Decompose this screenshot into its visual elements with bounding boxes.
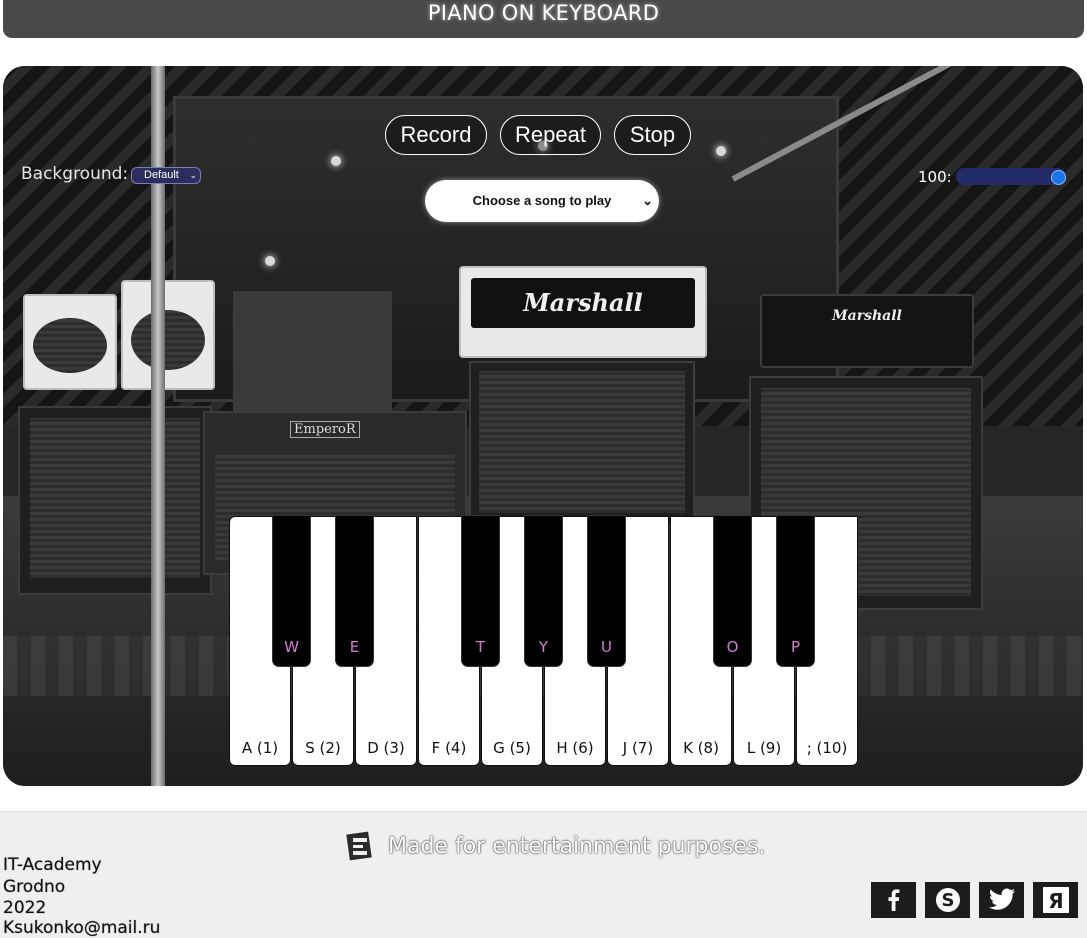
piano-key-label: T — [475, 638, 486, 656]
repeat-button[interactable]: Repeat — [500, 115, 601, 155]
record-button[interactable]: Record — [385, 115, 487, 155]
piano-key-label: G (5) — [493, 739, 531, 757]
piano-black-key[interactable]: T — [462, 516, 499, 666]
piano-key-label: F (4) — [431, 739, 467, 757]
piano-black-key[interactable]: Y — [525, 516, 562, 666]
marshall-head-image: Marshall — [760, 294, 974, 368]
volume-slider-fill — [956, 168, 1066, 185]
footer-year: 2022 — [3, 898, 47, 918]
piano-key-label: Y — [538, 638, 549, 656]
page-footer: Made for entertainment purposes. IT-Acad… — [0, 811, 1087, 938]
piano-key-label: A (1) — [241, 739, 279, 757]
song-select[interactable]: Choose a song to play ⌄ — [425, 180, 659, 222]
piano-key-label: P — [790, 638, 801, 656]
footer-city: Grodno — [3, 877, 66, 897]
yandex-icon: Я — [1042, 887, 1069, 913]
volume-slider-thumb[interactable] — [1051, 170, 1066, 185]
piano-key-label: L (9) — [746, 739, 782, 757]
small-amp-image — [121, 280, 215, 390]
twitter-icon — [988, 888, 1015, 910]
piano-key-label: D (3) — [367, 739, 405, 757]
skype-link[interactable]: S — [925, 882, 970, 918]
speaker-cabinet-image — [233, 291, 392, 415]
piano-black-key[interactable]: P — [777, 516, 814, 666]
piano-key-label: J (7) — [622, 739, 654, 757]
skype-icon: S — [935, 888, 960, 912]
song-select-value: Choose a song to play — [472, 193, 612, 208]
volume-label: 100: — [918, 168, 952, 186]
footer-org: IT-Academy — [3, 855, 102, 875]
page-title: PIANO ON KEYBOARD — [427, 1, 660, 25]
piano-black-key[interactable]: U — [588, 516, 625, 666]
facebook-icon — [888, 889, 899, 911]
app-header: PIANO ON KEYBOARD — [3, 0, 1084, 38]
chevron-down-icon: ⌄ — [189, 170, 197, 180]
chevron-down-icon: ⌄ — [642, 193, 653, 208]
stop-button[interactable]: Stop — [614, 115, 691, 155]
background-select[interactable]: Default ⌄ — [131, 167, 201, 184]
piano-key-label: H (6) — [556, 739, 594, 757]
marshall-amp-image: Marshall — [459, 266, 707, 358]
ceiling-light-icon — [265, 256, 275, 266]
bass-cabinet-image — [469, 361, 695, 525]
it-academy-logo-icon — [346, 831, 372, 861]
footer-message: Made for entertainment purposes. — [388, 834, 766, 859]
svg-text:S: S — [941, 890, 954, 911]
piano-key-label: S (2) — [305, 739, 341, 757]
piano-stage: EmperoR Marshall Marshall Record Repeat … — [3, 66, 1083, 786]
background-label: Background: — [21, 164, 129, 184]
footer-email[interactable]: Ksukonko@mail.ru — [3, 918, 160, 938]
svg-text:Я: Я — [1048, 889, 1063, 913]
piano-black-key[interactable]: E — [336, 516, 373, 666]
piano-keyboard: A (1) S (2) D (3) F (4) G (5) H (6) J (7) K (8)… — [229, 516, 861, 768]
small-amp-image — [23, 294, 117, 390]
background-select-value: Default — [144, 169, 179, 181]
piano-key-label: W — [284, 638, 299, 656]
speaker-cabinet-image — [18, 406, 212, 595]
piano-key-label: K (8) — [683, 739, 719, 757]
piano-key-label: O — [726, 638, 739, 656]
twitter-link[interactable] — [979, 882, 1024, 918]
piano-key-label: ; (10) — [806, 739, 848, 757]
yandex-link[interactable]: Я — [1033, 882, 1078, 918]
piano-key-label: E — [349, 638, 360, 656]
ceiling-light-icon — [716, 146, 726, 156]
volume-slider[interactable] — [956, 168, 1066, 185]
piano-black-key[interactable]: O — [714, 516, 751, 666]
ceiling-light-icon — [331, 156, 341, 166]
facebook-link[interactable] — [871, 882, 916, 918]
piano-black-key[interactable]: W — [273, 516, 310, 666]
piano-key-label: U — [601, 638, 612, 656]
